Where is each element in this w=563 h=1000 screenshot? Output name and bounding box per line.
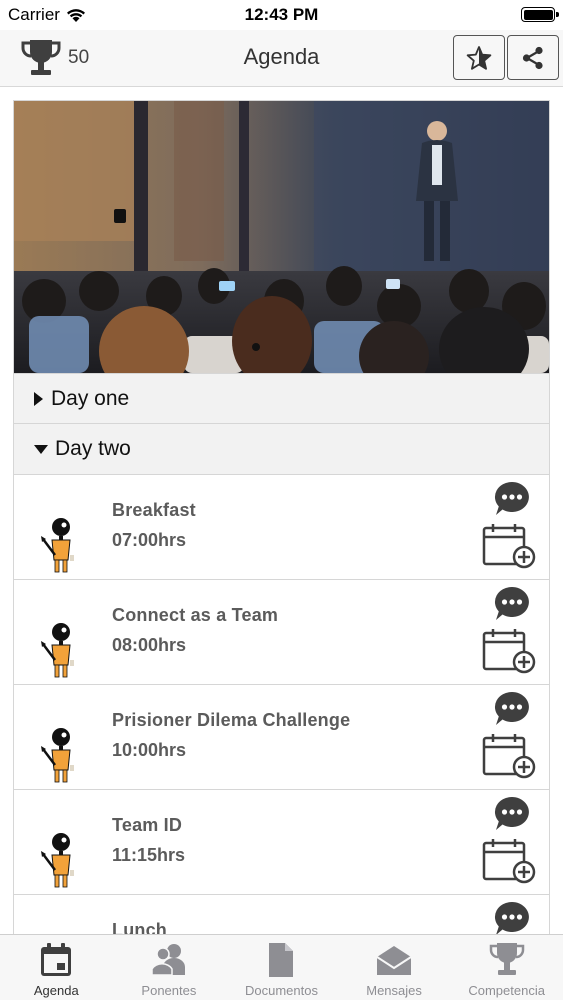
conference-photo: [14, 101, 549, 373]
agenda-screen: Carrier 12:43 PM 50 Agenda Day one Day t…: [0, 0, 563, 1000]
session-title: Team ID: [112, 815, 183, 835]
add-to-calendar-icon[interactable]: [482, 838, 536, 884]
day-one-header[interactable]: Day one: [14, 373, 549, 424]
chat-bubble-icon[interactable]: [493, 900, 531, 934]
status-bar: Carrier 12:43 PM: [0, 0, 563, 30]
navigation-bar: 50 Agenda: [0, 30, 563, 87]
chat-bubble-icon[interactable]: [493, 795, 531, 833]
session-row[interactable]: Prisioner Dilema Challenge 10:00hrs: [14, 685, 549, 790]
session-row[interactable]: Lunch: [14, 895, 549, 934]
tab-bar: Agenda Ponentes Documentos Mensajes Comp…: [0, 934, 563, 1000]
document-icon: [269, 943, 294, 977]
speaker-avatar-icon: [41, 833, 74, 888]
tab-competencia[interactable]: Competencia: [450, 935, 563, 1000]
session-title: Breakfast: [112, 500, 196, 520]
session-row[interactable]: Connect as a Team 08:00hrs: [14, 580, 549, 685]
trophy-icon: [489, 943, 524, 975]
day-two-label: Day two: [55, 437, 131, 460]
tab-mensajes[interactable]: Mensajes: [338, 935, 451, 1000]
session-time: 10:00hrs: [112, 740, 187, 760]
caret-right-icon: [34, 391, 43, 406]
session-time: 07:00hrs: [112, 530, 187, 550]
speaker-avatar-icon: [41, 728, 74, 783]
tab-label: Agenda: [33, 983, 79, 998]
day-one-label: Day one: [51, 386, 130, 410]
chat-bubble-icon[interactable]: [493, 585, 531, 623]
tab-agenda[interactable]: Agenda: [0, 935, 113, 1000]
session-row[interactable]: Breakfast 07:00hrs: [14, 475, 549, 580]
session-title: Lunch: [112, 920, 167, 934]
chat-bubble-icon[interactable]: [493, 480, 531, 518]
add-to-calendar-icon[interactable]: [482, 628, 536, 674]
caret-down-icon: [34, 444, 48, 454]
tab-label: Ponentes: [141, 983, 197, 998]
favorites-button[interactable]: [453, 35, 505, 80]
session-time: 08:00hrs: [112, 635, 187, 655]
agenda-card: Day one Day two Breakfast 07:00hrs Conne…: [13, 100, 550, 934]
tab-label: Competencia: [468, 983, 545, 998]
share-button[interactable]: [507, 35, 559, 80]
add-to-calendar-icon[interactable]: [482, 733, 536, 779]
tab-label: Mensajes: [366, 983, 422, 998]
session-row[interactable]: Team ID 11:15hrs: [14, 790, 549, 895]
speaker-avatar-icon: [41, 518, 74, 573]
add-to-calendar-icon[interactable]: [482, 523, 536, 569]
event-hero-image: [14, 101, 549, 373]
session-title: Connect as a Team: [112, 605, 279, 625]
speaker-avatar-icon: [41, 623, 74, 678]
tab-ponentes[interactable]: Ponentes: [113, 935, 226, 1000]
people-icon: [151, 944, 185, 976]
status-time: 12:43 PM: [244, 5, 319, 24]
envelope-icon: [376, 946, 412, 975]
tab-label: Documentos: [244, 983, 318, 998]
agenda-content[interactable]: Day one Day two Breakfast 07:00hrs Conne…: [0, 87, 563, 934]
star-icon: [466, 45, 492, 70]
tab-documentos[interactable]: Documentos: [225, 935, 338, 1000]
calendar-icon: [41, 943, 72, 976]
session-title: Prisioner Dilema Challenge: [112, 710, 351, 730]
day-two-header[interactable]: Day two: [14, 424, 549, 475]
chat-bubble-icon[interactable]: [493, 690, 531, 728]
battery-icon: [521, 7, 559, 22]
session-time: 11:15hrs: [112, 845, 186, 865]
share-icon: [522, 46, 543, 69]
